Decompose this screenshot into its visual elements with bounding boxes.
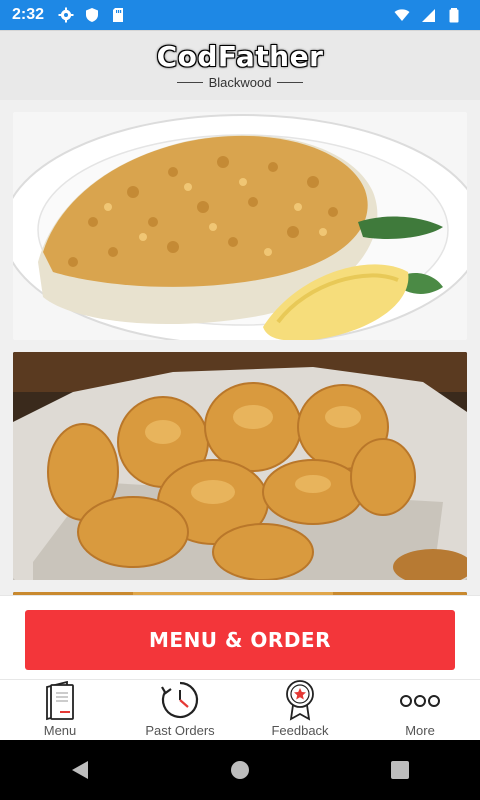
tab-feedback-label: Feedback	[271, 723, 329, 738]
status-icons-left	[58, 7, 126, 23]
award-star-icon	[278, 679, 322, 721]
tab-menu[interactable]: Menu	[0, 680, 120, 741]
recents-icon[interactable]	[380, 750, 420, 790]
bottom-tab-bar: Menu Past Orders Feedback More	[0, 679, 480, 741]
app-header: CodFather Blackwood	[0, 30, 480, 100]
divider-right	[277, 82, 304, 83]
shield-icon	[84, 7, 100, 23]
status-bar: 2:32	[0, 0, 480, 30]
tab-feedback[interactable]: Feedback	[240, 680, 360, 741]
menu-order-button[interactable]: MENU & ORDER	[25, 610, 455, 670]
tab-more[interactable]: More	[360, 680, 480, 741]
home-icon[interactable]	[220, 750, 260, 790]
food-image-nuggets[interactable]	[13, 352, 467, 580]
tab-past-orders[interactable]: Past Orders	[120, 680, 240, 741]
location-subtitle: Blackwood	[176, 75, 304, 90]
divider-left	[176, 82, 203, 83]
tab-past-orders-label: Past Orders	[145, 723, 215, 738]
location-name: Blackwood	[208, 75, 272, 90]
more-dots-icon	[398, 680, 442, 721]
system-nav-bar	[0, 740, 480, 800]
back-icon[interactable]	[60, 750, 100, 790]
status-time: 2:32	[12, 6, 45, 23]
brand-logo-text: CodFather	[156, 40, 324, 73]
food-image-baked-fish[interactable]	[13, 112, 467, 340]
status-icons-right	[394, 7, 462, 23]
content-scroll[interactable]	[0, 100, 480, 595]
cta-container: MENU & ORDER	[0, 595, 480, 680]
cell-signal-icon	[420, 7, 436, 23]
history-clock-icon	[158, 679, 202, 721]
battery-icon	[446, 7, 462, 23]
tab-menu-label: Menu	[43, 723, 77, 738]
wifi-icon	[394, 7, 410, 23]
menu-book-icon	[38, 680, 82, 721]
tab-more-label: More	[405, 723, 435, 738]
settings-icon	[58, 7, 74, 23]
sd-card-icon	[110, 7, 126, 23]
